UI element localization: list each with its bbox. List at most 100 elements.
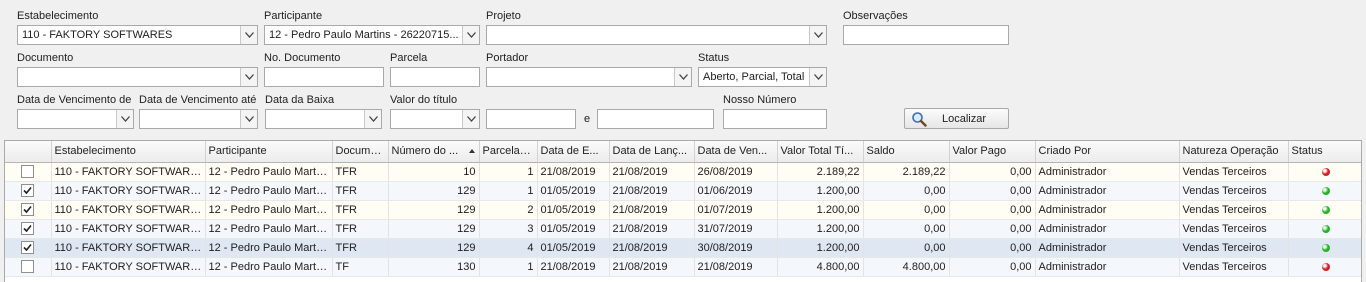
table-row[interactable]: 110 - FAKTORY SOFTWARES 12 - Pedro Paulo … <box>5 257 1361 277</box>
valor-de-field[interactable] <box>486 109 576 129</box>
col-header-estabelecimento[interactable]: Estabelecimento <box>51 141 206 163</box>
row-checkbox-checked[interactable] <box>21 222 35 235</box>
cell-status <box>1288 162 1361 182</box>
col-header-numero[interactable]: Número do ... <box>388 141 480 163</box>
chevron-down-icon[interactable] <box>116 110 133 128</box>
col-header-emissao[interactable]: Data de E... <box>537 141 610 163</box>
col-header-select[interactable] <box>5 141 52 163</box>
checkmark-icon <box>23 205 32 214</box>
col-header-parcela[interactable]: Parcela Nº <box>479 141 538 163</box>
cell-parcela: 1 <box>479 162 538 182</box>
titles-grid[interactable]: Estabelecimento Participante Docume... N… <box>4 140 1362 282</box>
chevron-down-icon[interactable] <box>240 68 257 86</box>
table-row[interactable]: 110 - FAKTORY SOFTWARES 12 - Pedro Paulo … <box>5 181 1361 201</box>
status-combo[interactable]: Aberto, Parcial, Total <box>698 67 827 87</box>
cell-participante: 12 - Pedro Paulo Martins <box>205 257 333 277</box>
cell-parcela: 3 <box>479 219 538 239</box>
col-header-valor-total[interactable]: Valor Total Tí... <box>777 141 864 163</box>
cell-status <box>1288 238 1361 258</box>
status-red-icon <box>1321 167 1330 176</box>
chevron-down-icon[interactable] <box>240 26 257 44</box>
table-row[interactable]: 110 - FAKTORY SOFTWARES 12 - Pedro Paulo … <box>5 219 1361 239</box>
cell-estabelecimento: 110 - FAKTORY SOFTWARES <box>51 257 206 277</box>
valor-titulo-combo[interactable] <box>390 109 480 129</box>
row-checkbox-checked[interactable] <box>21 184 35 197</box>
row-checkbox-checked[interactable] <box>21 241 35 254</box>
search-icon <box>908 110 930 128</box>
chevron-down-icon[interactable] <box>674 68 691 86</box>
row-checkbox-checked[interactable] <box>21 203 35 216</box>
estabelecimento-combo[interactable]: 110 - FAKTORY SOFTWARES <box>17 25 258 45</box>
observacoes-field[interactable] <box>843 25 1009 45</box>
cell-numero: 129 <box>388 238 480 258</box>
select-cell <box>5 238 52 258</box>
cell-numero: 129 <box>388 200 480 220</box>
valor-titulo-label: Valor do título <box>390 94 458 106</box>
cell-saldo: 2.189,22 <box>863 162 950 182</box>
cell-saldo: 4.800,00 <box>863 257 950 277</box>
cell-participante: 12 - Pedro Paulo Martins <box>205 238 333 258</box>
parcela-field[interactable] <box>390 67 480 87</box>
cell-numero: 10 <box>388 162 480 182</box>
cell-participante: 12 - Pedro Paulo Martins <box>205 200 333 220</box>
cell-vencimento: 26/08/2019 <box>694 162 778 182</box>
chevron-down-icon[interactable] <box>462 26 479 44</box>
chevron-down-icon[interactable] <box>809 68 826 86</box>
table-row[interactable]: 110 - FAKTORY SOFTWARES 12 - Pedro Paulo … <box>5 200 1361 220</box>
header-row: Estabelecimento Participante Docume... N… <box>5 141 1361 163</box>
cell-documento: TFR <box>332 200 389 220</box>
cell-criado-por: Administrador <box>1035 200 1180 220</box>
chevron-down-icon[interactable] <box>364 110 381 128</box>
participante-combo[interactable]: 12 - Pedro Paulo Martins - 26220715... <box>264 25 480 45</box>
chevron-down-icon[interactable] <box>462 110 479 128</box>
cell-vencimento: 01/06/2019 <box>694 181 778 201</box>
no-documento-label: No. Documento <box>264 52 341 64</box>
cell-estabelecimento: 110 - FAKTORY SOFTWARES <box>51 181 206 201</box>
select-cell <box>5 200 52 220</box>
valor-ate-field[interactable] <box>597 109 714 129</box>
sort-ascending-icon <box>468 149 475 153</box>
venc-de-date[interactable] <box>17 109 134 129</box>
cell-numero: 129 <box>388 181 480 201</box>
projeto-combo[interactable] <box>486 25 827 45</box>
col-header-valor-pago[interactable]: Valor Pago <box>949 141 1036 163</box>
parcela-label: Parcela <box>390 52 428 64</box>
cell-status <box>1288 257 1361 277</box>
nosso-numero-field[interactable] <box>723 109 827 129</box>
chevron-down-icon[interactable] <box>809 26 826 44</box>
cell-valor-pago: 0,00 <box>949 162 1036 182</box>
cell-natureza: Vendas Terceiros <box>1179 200 1289 220</box>
venc-ate-date[interactable] <box>139 109 258 129</box>
cell-valor-total: 2.189,22 <box>777 162 864 182</box>
col-header-vencimento[interactable]: Data de Ven... <box>694 141 778 163</box>
cell-valor-total: 1.200,00 <box>777 181 864 201</box>
select-cell <box>5 219 52 239</box>
documento-combo[interactable] <box>17 67 258 87</box>
chevron-down-icon[interactable] <box>240 110 257 128</box>
select-cell <box>5 257 52 277</box>
row-checkbox[interactable] <box>21 260 35 273</box>
cell-numero: 130 <box>388 257 480 277</box>
no-documento-field[interactable] <box>264 67 384 87</box>
grid-body: 110 - FAKTORY SOFTWARES 12 - Pedro Paulo … <box>5 162 1361 277</box>
col-header-saldo[interactable]: Saldo <box>863 141 950 163</box>
col-header-documento[interactable]: Docume... <box>332 141 389 163</box>
cell-vencimento: 21/08/2019 <box>694 257 778 277</box>
localizar-button[interactable]: Localizar <box>904 108 1009 129</box>
cell-lancamento: 21/08/2019 <box>609 238 695 258</box>
cell-emissao: 21/08/2019 <box>537 162 610 182</box>
portador-combo[interactable] <box>486 67 692 87</box>
col-header-natureza[interactable]: Natureza Operação <box>1179 141 1289 163</box>
table-row[interactable]: 110 - FAKTORY SOFTWARES 12 - Pedro Paulo … <box>5 238 1361 258</box>
cell-vencimento: 31/07/2019 <box>694 219 778 239</box>
data-baixa-date[interactable] <box>265 109 382 129</box>
row-checkbox[interactable] <box>21 165 35 178</box>
projeto-label: Projeto <box>486 10 521 22</box>
table-row[interactable]: 110 - FAKTORY SOFTWARES 12 - Pedro Paulo … <box>5 162 1361 182</box>
col-header-criado-por[interactable]: Criado Por <box>1035 141 1180 163</box>
cell-vencimento: 30/08/2019 <box>694 238 778 258</box>
col-header-participante[interactable]: Participante <box>205 141 333 163</box>
col-header-lancamento[interactable]: Data de Lanç... <box>609 141 695 163</box>
col-header-status[interactable]: Status <box>1288 141 1361 163</box>
col-header-numero-label: Número do ... <box>391 145 459 158</box>
